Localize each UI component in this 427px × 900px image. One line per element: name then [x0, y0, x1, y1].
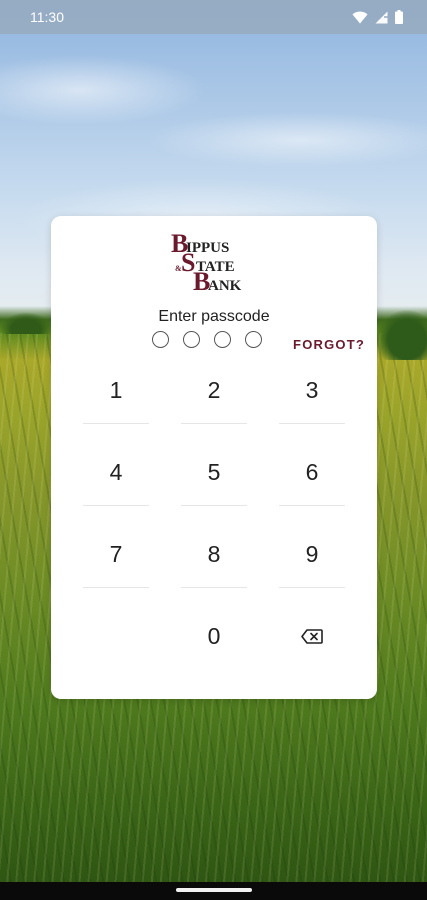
passcode-dot — [245, 331, 262, 348]
key-0[interactable]: 0 — [165, 597, 263, 679]
key-8[interactable]: 8 — [165, 515, 263, 597]
bank-logo: B IPPUS S TATE & B ANK — [171, 228, 261, 296]
home-gesture-handle[interactable] — [176, 888, 252, 892]
wifi-icon — [352, 11, 368, 24]
passcode-dot — [152, 331, 169, 348]
navigation-bar — [0, 882, 427, 900]
key-6[interactable]: 6 — [263, 433, 361, 515]
background-trees — [377, 310, 427, 360]
passcode-dots — [152, 331, 262, 348]
background-trees — [0, 312, 52, 334]
key-1[interactable]: 1 — [67, 351, 165, 433]
logo-ampersand: & — [175, 264, 182, 273]
logo-text-ank: ANK — [208, 278, 242, 292]
key-7[interactable]: 7 — [67, 515, 165, 597]
status-bar: 11:30 — [0, 0, 427, 34]
passcode-dot — [183, 331, 200, 348]
passcode-prompt: Enter passcode — [158, 308, 270, 325]
key-9[interactable]: 9 — [263, 515, 361, 597]
backspace-button[interactable] — [263, 597, 361, 679]
forgot-passcode-link[interactable]: FORGOT? — [293, 337, 365, 352]
key-4[interactable]: 4 — [67, 433, 165, 515]
passcode-card: B IPPUS S TATE & B ANK Enter passcode FO… — [51, 216, 377, 699]
backspace-icon — [301, 623, 323, 650]
keypad: 1 2 3 4 5 6 7 8 9 0 — [67, 351, 361, 679]
status-icons — [352, 10, 403, 24]
key-3[interactable]: 3 — [263, 351, 361, 433]
key-5[interactable]: 5 — [165, 433, 263, 515]
status-time: 11:30 — [30, 9, 64, 25]
signal-icon — [375, 11, 388, 24]
key-empty — [67, 597, 165, 679]
battery-icon — [395, 10, 403, 24]
key-2[interactable]: 2 — [165, 351, 263, 433]
passcode-dot — [214, 331, 231, 348]
